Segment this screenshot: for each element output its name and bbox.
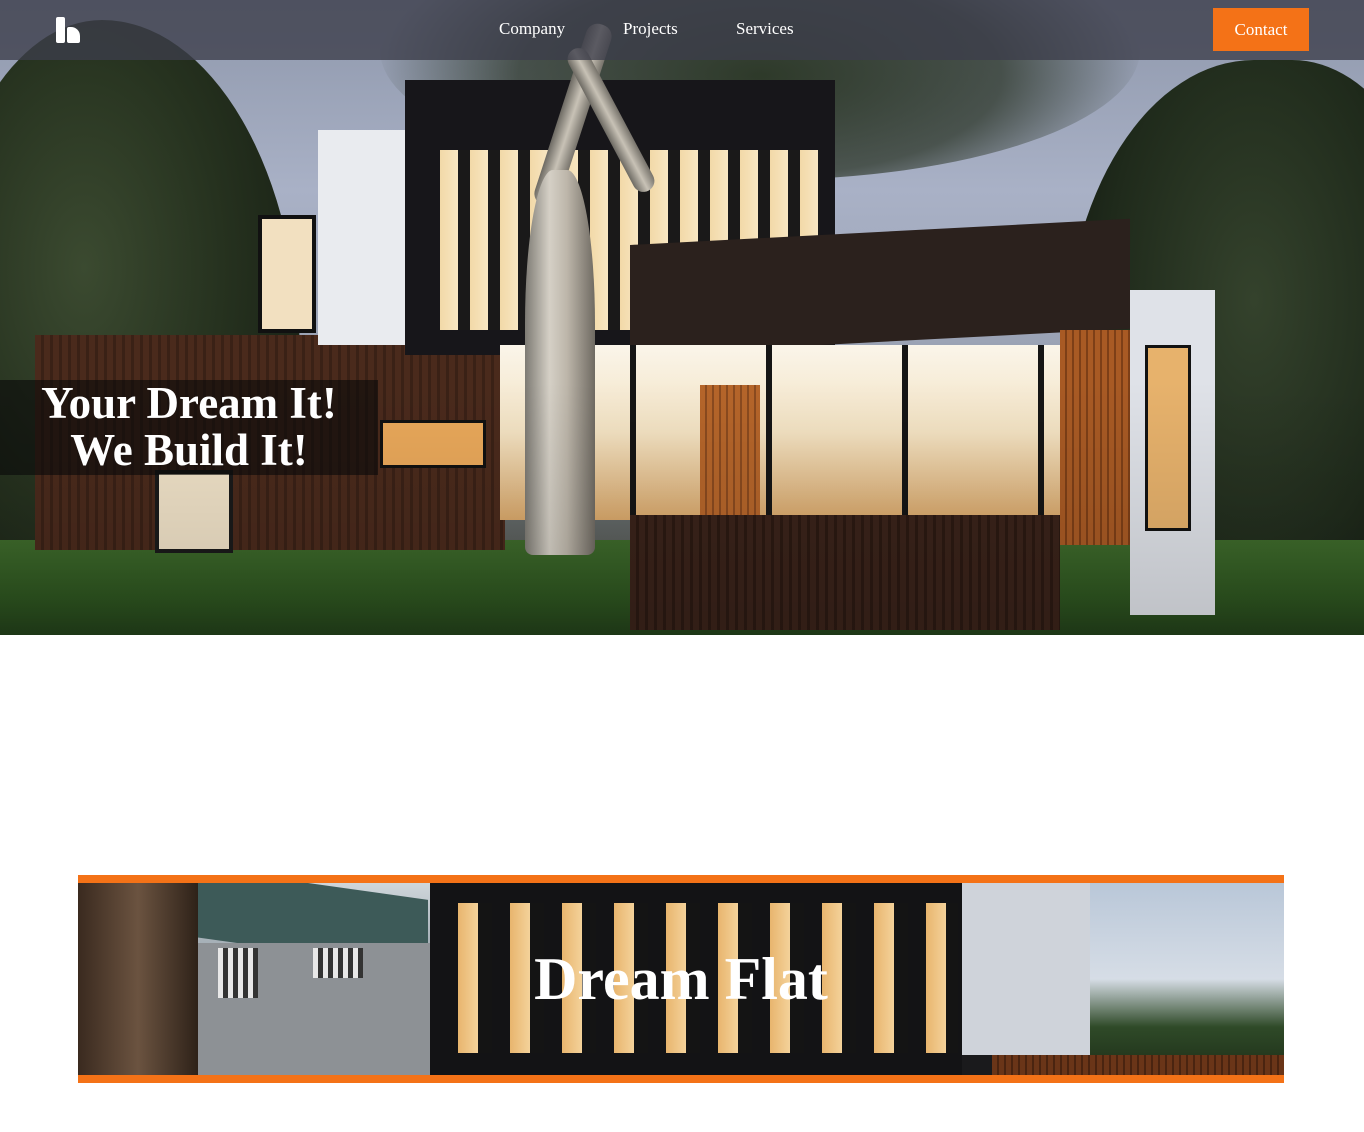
banner-title: Dream Flat bbox=[534, 945, 828, 1012]
logo-foot bbox=[67, 27, 80, 43]
brand-logo-icon[interactable] bbox=[56, 17, 82, 43]
nav-link-services[interactable]: Services bbox=[736, 19, 794, 39]
dream-flat-banner[interactable]: Dream Flat bbox=[78, 875, 1284, 1083]
contact-button[interactable]: Contact bbox=[1213, 8, 1309, 51]
hero-headline: Your Dream It! We Build It! bbox=[0, 380, 378, 475]
navbar: Company Projects Services Contact bbox=[0, 0, 1364, 60]
nav-link-projects[interactable]: Projects bbox=[623, 19, 678, 39]
nav-link-company[interactable]: Company bbox=[499, 19, 565, 39]
hero-image bbox=[0, 0, 1364, 635]
hero-shade bbox=[0, 0, 1364, 635]
headline-line-2: We Build It! bbox=[70, 425, 308, 475]
headline-line-1: Your Dream It! bbox=[41, 378, 337, 428]
banner-image: Dream Flat bbox=[78, 883, 1284, 1075]
logo-bar bbox=[56, 17, 65, 43]
